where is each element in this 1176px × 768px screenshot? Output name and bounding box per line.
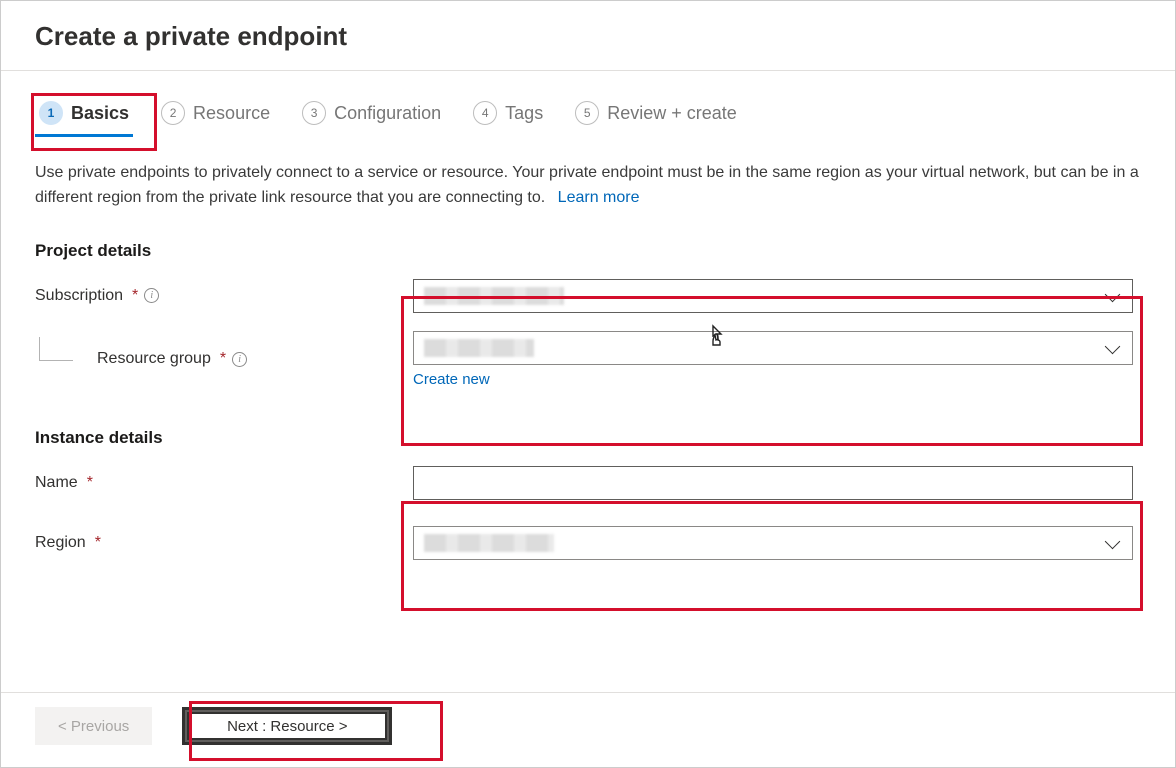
subscription-label: Subscription (35, 287, 123, 305)
info-icon[interactable]: i (232, 352, 247, 367)
required-asterisk: * (95, 534, 101, 552)
region-select[interactable] (413, 526, 1133, 560)
learn-more-link[interactable]: Learn more (558, 186, 640, 211)
required-asterisk: * (87, 474, 93, 492)
redacted-value (424, 287, 564, 305)
previous-button: < Previous (35, 707, 152, 745)
name-label: Name (35, 474, 78, 492)
resource-group-label: Resource group (97, 350, 211, 368)
tab-tags[interactable]: 4 Tags (469, 95, 547, 135)
section-instance-details: Instance details (35, 428, 1141, 448)
redacted-value (424, 339, 534, 357)
step-number: 5 (575, 101, 599, 125)
step-number: 4 (473, 101, 497, 125)
tab-label: Basics (71, 103, 129, 124)
redacted-value (424, 534, 554, 552)
info-icon[interactable]: i (144, 288, 159, 303)
name-input[interactable] (413, 466, 1133, 500)
tab-label: Review + create (607, 103, 737, 124)
next-resource-button[interactable]: Next : Resource > (182, 707, 392, 745)
step-number: 1 (39, 101, 63, 125)
tab-label: Resource (193, 103, 270, 124)
tab-resource[interactable]: 2 Resource (157, 95, 274, 135)
required-asterisk: * (132, 287, 138, 305)
create-new-link[interactable]: Create new (413, 371, 490, 388)
resource-group-select[interactable] (413, 331, 1133, 365)
wizard-tabs: 1 Basics 2 Resource 3 Configuration 4 Ta… (35, 95, 1141, 135)
step-number: 3 (302, 101, 326, 125)
page-title: Create a private endpoint (35, 21, 1141, 52)
section-project-details: Project details (35, 241, 1141, 261)
region-label: Region (35, 534, 86, 552)
tree-elbow-icon (39, 337, 73, 361)
tab-review-create[interactable]: 5 Review + create (571, 95, 741, 135)
chevron-down-icon (1106, 293, 1120, 301)
tab-label: Configuration (334, 103, 441, 124)
page-description: Use private endpoints to privately conne… (35, 161, 1141, 211)
tab-basics[interactable]: 1 Basics (35, 95, 133, 135)
chevron-down-icon (1106, 540, 1120, 548)
tab-configuration[interactable]: 3 Configuration (298, 95, 445, 135)
step-number: 2 (161, 101, 185, 125)
chevron-down-icon (1106, 345, 1120, 353)
tab-label: Tags (505, 103, 543, 124)
subscription-select[interactable] (413, 279, 1133, 313)
required-asterisk: * (220, 350, 226, 368)
